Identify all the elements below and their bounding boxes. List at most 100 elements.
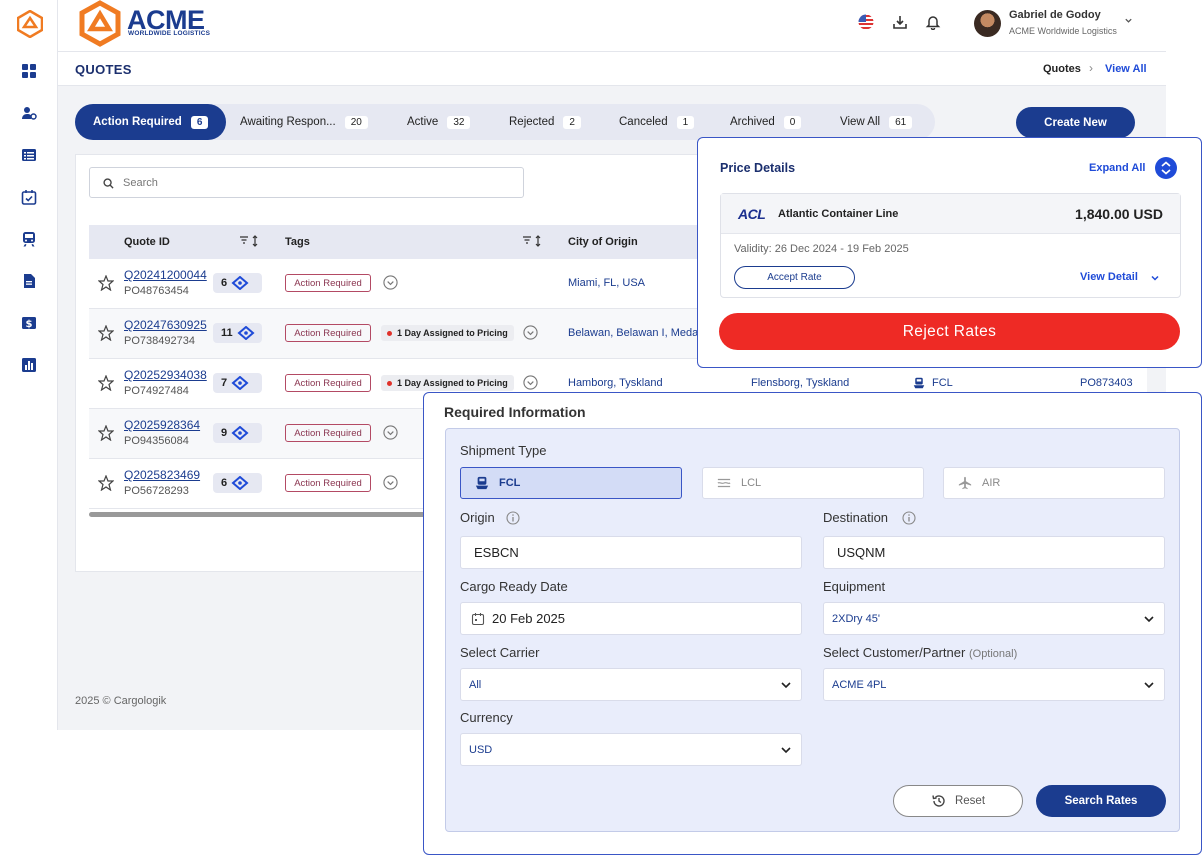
tab-active[interactable]: Active 32 <box>407 104 471 140</box>
tab-rejected[interactable]: Rejected 2 <box>509 104 581 140</box>
svg-text:$: $ <box>26 319 33 330</box>
destination-field[interactable]: USQNM <box>823 536 1165 569</box>
chevron-down-icon[interactable] <box>1150 273 1160 283</box>
brand-logo[interactable] <box>78 0 122 48</box>
shipment-type-air[interactable]: AIR <box>943 467 1165 499</box>
download-icon[interactable] <box>892 14 908 30</box>
chevron-down-icon <box>1144 682 1154 689</box>
expand-chevron-icon[interactable] <box>383 425 398 440</box>
status-badge: Action Required <box>285 474 371 492</box>
shipment-type-lcl[interactable]: LCL <box>702 467 924 499</box>
assignment-tag: 1 Day Assigned to Pricing <box>381 325 514 341</box>
po-number: PO74927484 <box>124 385 189 397</box>
tab-count: 32 <box>447 115 471 129</box>
breadcrumb-view-all[interactable]: View All <box>1105 63 1147 75</box>
expand-chevron-icon[interactable] <box>383 475 398 490</box>
reference-number: PO873403 <box>1080 377 1133 389</box>
tab-archived[interactable]: Archived 0 <box>730 104 802 140</box>
message-count-badge[interactable]: 7 <box>213 373 262 393</box>
reject-rates-button[interactable]: Reject Rates <box>719 313 1180 350</box>
search-input[interactable]: Search <box>89 167 524 198</box>
user-settings-icon[interactable] <box>21 105 37 121</box>
equipment-select[interactable]: 2XDry 45' <box>823 602 1165 635</box>
expand-chevron-icon[interactable] <box>523 325 538 340</box>
expand-chevron-icon[interactable] <box>383 275 398 290</box>
calendar-icon <box>471 613 485 626</box>
expand-chevron-icon[interactable] <box>523 375 538 390</box>
column-header-tags[interactable]: Tags <box>285 236 310 248</box>
tab-action-required[interactable]: Action Required 6 <box>75 104 227 140</box>
message-count-badge[interactable]: 6 <box>213 273 262 293</box>
origin-field[interactable]: ESBCN <box>460 536 802 569</box>
ship-icon <box>475 476 489 490</box>
search-placeholder: Search <box>123 177 158 189</box>
quote-id-link[interactable]: Q20252934038 <box>124 368 207 382</box>
tag-icon <box>231 276 249 290</box>
expand-all-link[interactable]: Expand All <box>1089 162 1145 174</box>
select-customer-label: Select Customer/Partner (Optional) <box>823 645 1018 660</box>
accept-rate-button[interactable]: Accept Rate <box>734 266 855 289</box>
document-icon[interactable] <box>21 273 37 289</box>
column-header-quote-id[interactable]: Quote ID <box>124 236 170 248</box>
create-new-button[interactable]: Create New <box>1016 107 1135 138</box>
train-icon[interactable] <box>21 231 37 247</box>
us-flag-icon[interactable] <box>858 14 874 30</box>
message-count-badge[interactable]: 6 <box>213 473 262 493</box>
info-icon[interactable] <box>506 511 520 525</box>
chevron-down-icon[interactable] <box>1124 16 1133 25</box>
currency-select[interactable]: USD <box>460 733 802 766</box>
info-icon[interactable] <box>902 511 916 525</box>
chart-icon[interactable] <box>21 357 37 373</box>
chevron-down-icon <box>781 747 791 754</box>
shipment-type-label: Shipment Type <box>460 443 547 458</box>
view-detail-link[interactable]: View Detail <box>1080 271 1138 283</box>
rate-validity: Validity: 26 Dec 2024 - 19 Feb 2025 <box>734 243 909 255</box>
column-header-origin[interactable]: City of Origin <box>568 236 638 248</box>
cargo-ready-date-field[interactable]: 20 Feb 2025 <box>460 602 802 635</box>
quote-id-link[interactable]: Q20247630925 <box>124 318 207 332</box>
equipment-label: Equipment <box>823 579 886 594</box>
origin-city: Belawan, Belawan I, Meda <box>568 327 699 339</box>
list-icon[interactable] <box>21 147 37 163</box>
dashboard-icon[interactable] <box>21 63 37 79</box>
filter-sort-icon[interactable] <box>522 235 544 247</box>
message-count-badge[interactable]: 11 <box>213 323 262 343</box>
po-number: PO94356084 <box>124 435 189 447</box>
star-icon[interactable] <box>98 475 114 491</box>
required-information-panel: Required Information Shipment Type FCL L… <box>423 392 1202 855</box>
star-icon[interactable] <box>98 325 114 341</box>
calendar-check-icon[interactable] <box>21 189 37 205</box>
origin-label: Origin <box>460 510 495 525</box>
customer-select[interactable]: ACME 4PL <box>823 668 1165 701</box>
expand-all-button[interactable] <box>1155 157 1177 179</box>
star-icon[interactable] <box>98 375 114 391</box>
tag-icon <box>231 426 249 440</box>
page-title: QUOTES <box>75 62 132 77</box>
dollar-icon[interactable]: $ <box>21 315 37 331</box>
quote-id-link[interactable]: Q2025823469 <box>124 468 200 482</box>
status-badge: Action Required <box>285 424 371 442</box>
filter-sort-icon[interactable] <box>239 235 261 247</box>
breadcrumb-separator: › <box>1089 61 1093 75</box>
message-count-badge[interactable]: 9 <box>213 423 262 443</box>
tab-view-all[interactable]: View All 61 <box>840 104 913 140</box>
quote-id-link[interactable]: Q2025928364 <box>124 418 200 432</box>
tab-count: 20 <box>344 115 368 129</box>
search-rates-button[interactable]: Search Rates <box>1036 785 1166 817</box>
user-name[interactable]: Gabriel de Godoy <box>1009 9 1101 21</box>
acme-logo-icon[interactable] <box>17 10 43 38</box>
tag-icon <box>231 376 249 390</box>
shipment-type-fcl[interactable]: FCL <box>460 467 682 499</box>
tab-canceled[interactable]: Canceled 1 <box>619 104 695 140</box>
star-icon[interactable] <box>98 425 114 441</box>
reset-button[interactable]: Reset <box>893 785 1023 817</box>
destination-city: Flensborg, Tyskland <box>751 377 850 389</box>
bell-icon[interactable] <box>925 14 941 30</box>
quote-id-link[interactable]: Q20241200044 <box>124 268 207 282</box>
star-icon[interactable] <box>98 275 114 291</box>
tab-awaiting-response[interactable]: Awaiting Respon... 20 <box>240 104 368 140</box>
tag-icon <box>231 476 249 490</box>
avatar[interactable] <box>974 10 1001 37</box>
carrier-select[interactable]: All <box>460 668 802 701</box>
po-number: PO48763454 <box>124 285 189 297</box>
